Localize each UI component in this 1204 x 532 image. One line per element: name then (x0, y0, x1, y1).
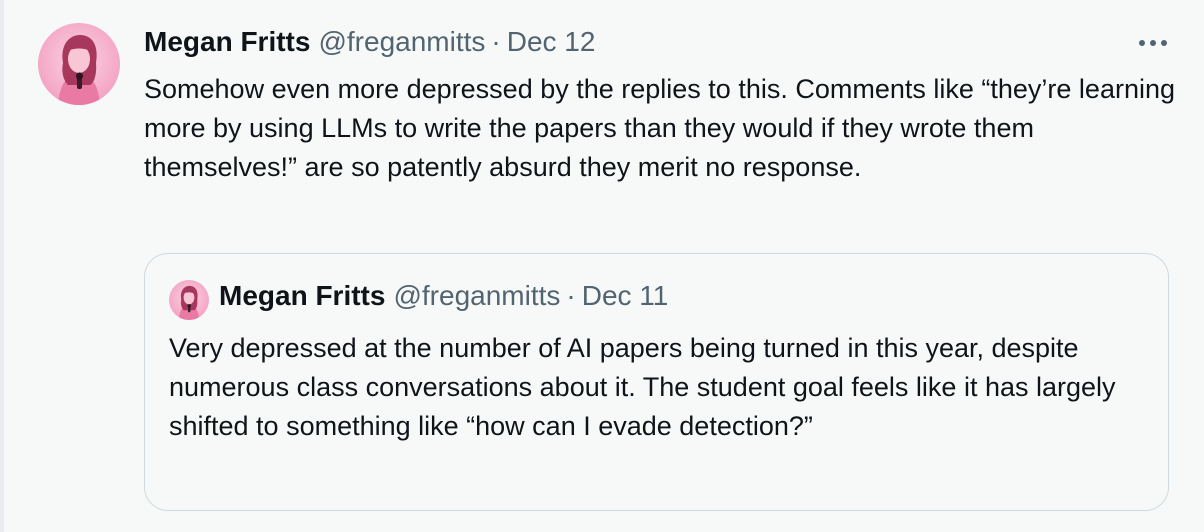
author-handle[interactable]: @freganmitts (318, 26, 485, 58)
more-options-button[interactable] (1136, 34, 1170, 52)
avatar-image (38, 23, 120, 105)
quoted-tweet-header: Megan Fritts @freganmitts · Dec 11 (219, 280, 668, 316)
quoted-tweet-text: Very depressed at the number of AI paper… (169, 333, 1116, 441)
separator-dot: · (491, 26, 501, 57)
tweet: Megan Fritts @freganmitts · Dec 12 Someh… (0, 0, 1204, 532)
quoted-avatar[interactable] (169, 280, 209, 320)
author-name[interactable]: Megan Fritts (144, 26, 310, 58)
tweet-date[interactable]: Dec 12 (507, 26, 596, 58)
tweet-header: Megan Fritts @freganmitts · Dec 12 (144, 26, 595, 62)
quoted-tweet-card[interactable]: Megan Fritts @freganmitts · Dec 11 Very … (144, 253, 1169, 511)
avatar[interactable] (38, 23, 120, 105)
quoted-avatar-image (169, 280, 209, 320)
quoted-author-name[interactable]: Megan Fritts (219, 280, 385, 312)
quoted-separator-dot: · (566, 280, 576, 311)
more-horizontal-icon (1139, 40, 1167, 46)
tweet-text: Somehow even more depressed by the repli… (144, 74, 1175, 182)
quoted-author-handle[interactable]: @freganmitts (393, 280, 560, 312)
quoted-tweet-date[interactable]: Dec 11 (582, 280, 669, 312)
